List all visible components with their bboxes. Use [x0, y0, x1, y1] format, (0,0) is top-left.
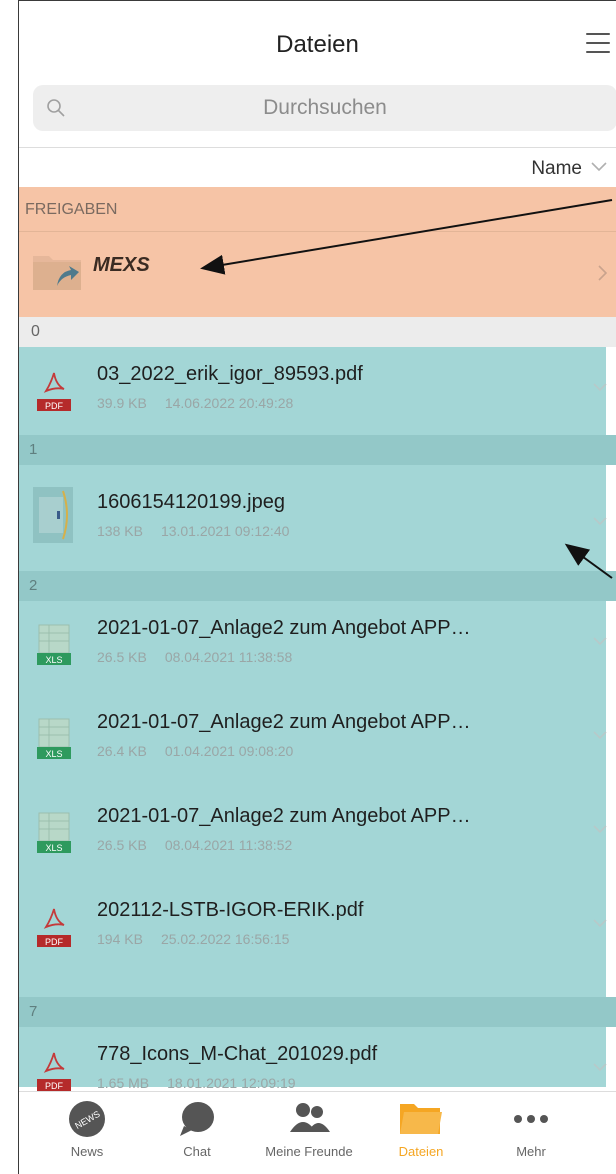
app-frame: Dateien Durchsuchen Name FREIGABEN MEXS …	[18, 0, 616, 1174]
share-item-label: MEXS	[93, 254, 150, 276]
file-date: 01.04.2021 09:08:20	[164, 743, 294, 759]
shares-section-header: FREIGABEN	[25, 201, 118, 218]
file-date: 08.04.2021 11:38:58	[164, 649, 293, 665]
chevron-down-icon	[591, 162, 607, 172]
more-dots-icon	[514, 1115, 548, 1123]
svg-text:XLS: XLS	[45, 655, 62, 665]
file-row[interactable]: XLS 2021-01-07_Anlage2 zum Angebot APP… …	[19, 601, 616, 689]
search-input[interactable]: Durchsuchen	[33, 85, 616, 131]
tab-label: Dateien	[398, 1144, 444, 1159]
file-size: 1.65 MB	[97, 1075, 150, 1091]
file-date: 13.01.2021 09:12:40	[160, 523, 290, 539]
file-name: 2021-01-07_Anlage2 zum Angebot APP…	[97, 617, 471, 639]
chevron-down-icon[interactable]	[592, 823, 608, 835]
file-name: 202112-LSTB-IGOR-ERIK.pdf	[97, 899, 364, 921]
file-date: 25.02.2022 16:56:15	[160, 931, 290, 947]
shared-folder-icon	[33, 256, 81, 290]
file-name: 2021-01-07_Anlage2 zum Angebot APP…	[97, 711, 471, 733]
pdf-icon: PDF	[37, 372, 71, 411]
people-icon	[290, 1103, 330, 1132]
tab-friends[interactable]: Meine Freunde	[259, 1100, 359, 1159]
tab-files[interactable]: Dateien	[371, 1100, 471, 1159]
xls-icon: XLS	[37, 718, 71, 759]
chevron-down-icon[interactable]	[592, 729, 608, 741]
file-meta: 194 KB 25.02.2022 16:56:15	[97, 931, 307, 947]
file-row[interactable]: 1606154120199.jpeg 138 KB 13.01.2021 09:1…	[19, 465, 616, 571]
file-date: 08.04.2021 11:38:52	[164, 837, 293, 853]
sort-label: Name	[531, 158, 582, 179]
chevron-down-icon[interactable]	[592, 1061, 608, 1073]
chevron-right-icon	[598, 265, 608, 281]
pdf-icon: PDF	[37, 908, 71, 947]
svg-text:XLS: XLS	[45, 749, 62, 759]
page-title: Dateien	[276, 31, 359, 58]
tab-chat[interactable]: Chat	[147, 1100, 247, 1159]
svg-text:PDF: PDF	[45, 1081, 64, 1091]
tab-label: Chat	[183, 1144, 211, 1159]
tab-bar: NEWS News Chat Meine Freunde Dateien Meh…	[19, 1091, 616, 1174]
file-name: 03_2022_erik_igor_89593.pdf	[97, 363, 363, 385]
chevron-down-icon[interactable]	[592, 381, 608, 393]
share-item-mexs[interactable]: MEXS	[19, 231, 616, 318]
file-row[interactable]: PDF 03_2022_erik_igor_89593.pdf 39.9 KB 1…	[19, 347, 616, 435]
tab-label: Mehr	[516, 1144, 546, 1159]
file-meta: 26.5 KB 08.04.2021 11:38:52	[97, 837, 310, 853]
file-meta: 26.4 KB 01.04.2021 09:08:20	[97, 743, 311, 759]
image-thumbnail-icon	[33, 487, 73, 543]
file-meta: 39.9 KB 14.06.2022 20:49:28	[97, 395, 311, 411]
file-size: 26.5 KB	[97, 649, 147, 665]
file-row[interactable]: XLS 2021-01-07_Anlage2 zum Angebot APP… …	[19, 789, 616, 877]
file-meta: 1.65 MB 18.01.2021 12:09:19	[97, 1075, 314, 1091]
tab-news[interactable]: NEWS News	[37, 1100, 137, 1159]
header: Dateien	[19, 1, 616, 87]
menu-icon[interactable]	[586, 33, 610, 53]
file-date: 14.06.2022 20:49:28	[164, 395, 294, 411]
tab-label: Meine Freunde	[265, 1144, 353, 1159]
group-header: 7	[19, 997, 616, 1027]
svg-text:PDF: PDF	[45, 401, 64, 411]
file-size: 39.9 KB	[97, 395, 147, 411]
news-icon: NEWS	[69, 1101, 105, 1137]
xls-icon: XLS	[37, 812, 71, 853]
file-date: 18.01.2021 12:09:19	[167, 1075, 296, 1091]
file-size: 26.4 KB	[97, 743, 147, 759]
tab-more[interactable]: Mehr	[481, 1100, 581, 1159]
chevron-down-icon[interactable]	[592, 635, 608, 647]
file-name: 2021-01-07_Anlage2 zum Angebot APP…	[97, 805, 471, 827]
file-size: 26.5 KB	[97, 837, 147, 853]
file-row[interactable]: PDF 202112-LSTB-IGOR-ERIK.pdf 194 KB 25.0…	[19, 883, 616, 971]
file-name: 1606154120199.jpeg	[97, 491, 285, 513]
svg-text:PDF: PDF	[45, 937, 64, 947]
xls-icon: XLS	[37, 624, 71, 665]
svg-text:XLS: XLS	[45, 843, 62, 853]
sort-bar[interactable]: Name	[19, 147, 616, 188]
file-size: 194 KB	[97, 931, 143, 947]
search-placeholder: Durchsuchen	[263, 96, 387, 119]
file-meta: 26.5 KB 08.04.2021 11:38:58	[97, 649, 310, 665]
file-row[interactable]: XLS 2021-01-07_Anlage2 zum Angebot APP… …	[19, 695, 616, 783]
file-size: 138 KB	[97, 523, 143, 539]
file-meta: 138 KB 13.01.2021 09:12:40	[97, 523, 307, 539]
file-name: 778_Icons_M-Chat_201029.pdf	[97, 1043, 378, 1065]
chat-bubble-icon	[180, 1102, 214, 1136]
pdf-icon: PDF	[37, 1052, 71, 1091]
chevron-down-icon[interactable]	[592, 917, 608, 929]
group-header: 0	[19, 317, 616, 347]
group-header: 2	[19, 571, 616, 601]
folder-icon	[400, 1104, 442, 1134]
tab-label: News	[70, 1144, 104, 1159]
group-header: 1	[19, 435, 616, 465]
chevron-down-icon[interactable]	[592, 515, 608, 527]
